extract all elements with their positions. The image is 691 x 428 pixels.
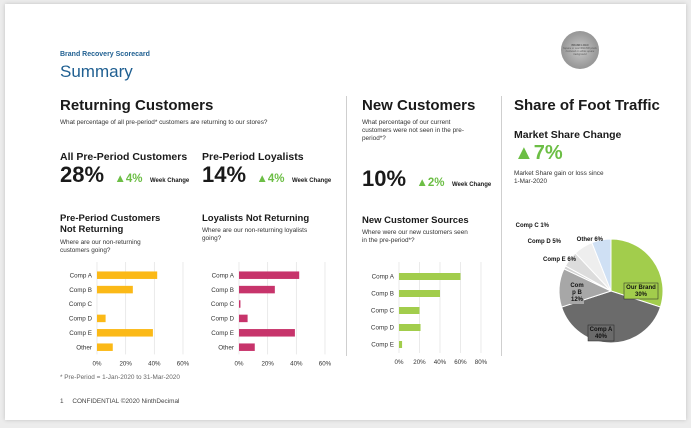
category-label: Comp A	[212, 272, 235, 279]
bar	[239, 271, 300, 279]
bar	[97, 343, 113, 351]
new-customer-sources-bar-chart: 0% 20% 40% 60% 80% Comp A Comp B Comp C Comp D Co…	[371, 262, 488, 366]
pie-label: p B	[572, 290, 582, 296]
loyalists-not-returning-title: Loyalists Not Returning	[202, 213, 310, 224]
not-returning-bar-chart: 0% 20% 40% 60%Comp AComp BComp CComp DComp …	[69, 262, 190, 367]
category-label: Comp D	[371, 325, 395, 332]
x-tick-label: 0%	[235, 360, 244, 367]
loyalists-not-returning-question: Where are our non-returning loyalists go…	[202, 227, 308, 242]
category-label: Comp C	[371, 308, 395, 315]
category-label: Comp E	[69, 330, 92, 337]
category-label: Comp D	[211, 316, 235, 323]
brand-logo-placeholder: BRAND LOGO Square or oval 300x300 pixels C…	[561, 31, 599, 69]
logo-text: BRAND LOGO Square or oval 300x300 pixels C…	[563, 44, 597, 56]
pre-period-footnote: * Pre-Period = 1-Jan-2020 to 31-Mar-2020	[60, 374, 180, 381]
pie-label: Comp D 5%	[528, 239, 562, 245]
bar	[239, 285, 275, 294]
new-customers-value: 10%	[362, 166, 407, 191]
category-label: Comp B	[371, 291, 394, 298]
category-label: Comp A	[70, 272, 93, 279]
x-tick-label: 40%	[148, 360, 161, 367]
x-tick-label: 80%	[475, 359, 488, 366]
page-number: 1	[60, 398, 64, 405]
bar	[239, 314, 248, 323]
pie-label: 40%	[595, 334, 608, 340]
new-customers-title: New Customers	[362, 97, 476, 114]
page-title: Summary	[60, 62, 133, 81]
week-change-label: Week Change	[149, 178, 190, 184]
not-returning-question: Where are our non-returning customers go…	[60, 239, 141, 254]
x-tick-label: 0%	[93, 360, 102, 367]
divider-2	[501, 96, 502, 356]
bar	[399, 324, 421, 331]
x-tick-label: 60%	[319, 360, 332, 367]
loyalists-metric: 14% ▲4% Week Change	[202, 162, 331, 188]
x-tick-label: 60%	[454, 359, 467, 366]
returning-customers-title: Returning Customers	[60, 97, 214, 114]
week-change-label: Week Change	[451, 182, 492, 188]
returning-question: What percentage of all pre-period* custo…	[60, 119, 268, 126]
share-of-foot-traffic-title: Share of Foot Traffic	[514, 97, 660, 114]
bar	[97, 314, 106, 323]
new-customers-delta: ▲2%	[416, 177, 445, 189]
all-pre-period-metric: 28% ▲4% Week Change	[60, 162, 189, 188]
pie-label: 12%	[571, 297, 584, 303]
all-pre-period-delta: ▲4%	[114, 173, 143, 185]
all-pre-period-value: 28%	[60, 162, 105, 187]
new-customers-metric: 10% ▲2% Week Change	[362, 166, 491, 192]
category-label: Comp A	[372, 274, 395, 281]
bar	[97, 329, 153, 337]
new-customer-sources-question: Where were our new customers seen in the…	[362, 229, 468, 244]
category-label: Comp E	[371, 342, 394, 349]
bar	[399, 341, 403, 348]
week-change-label: Week Change	[291, 178, 332, 184]
loyalists-not-returning-bar-chart: 0% 20% 40% 60% Comp A Comp B Comp C Comp D Comp …	[211, 262, 332, 367]
market-share-note: Market Share gain or loss since 1-Mar-20…	[514, 170, 604, 185]
loyalists-delta: ▲4%	[256, 173, 285, 185]
x-tick-label: 40%	[434, 359, 447, 366]
bar	[239, 300, 241, 308]
market-share-change-metric: ▲7%	[514, 142, 563, 165]
category-label: Comp B	[211, 287, 234, 294]
slide: Brand Recovery Scorecard Summary BRAND L…	[5, 4, 686, 420]
bar	[97, 285, 133, 294]
pie-label: Comp C 1%	[516, 223, 550, 229]
report-kicker: Brand Recovery Scorecard	[60, 51, 150, 58]
pie-label: Other 6%	[577, 237, 604, 243]
bar	[239, 329, 295, 337]
not-returning-title: Pre-Period Customers Not Returning	[60, 213, 161, 235]
category-label: Comp D	[69, 316, 93, 323]
pie-label: 30%	[635, 292, 648, 298]
pie-label: Comp E 6%	[543, 257, 577, 263]
category-label: Comp B	[69, 287, 92, 294]
category-label: Comp C	[211, 301, 235, 308]
category-label: Comp E	[211, 330, 234, 337]
market-share-change-value: ▲7%	[514, 142, 563, 164]
bar	[399, 290, 440, 297]
pie-label: Our Brand	[626, 285, 656, 291]
loyalists-value: 14%	[202, 162, 247, 187]
x-tick-label: 20%	[119, 360, 132, 367]
confidential-text: CONFIDENTIAL ©2020 NinthDecimal	[72, 398, 180, 405]
new-customers-question: What percentage of our current customers…	[362, 119, 464, 142]
foot-traffic-pie-chart: Our Brand30% Comp A40% Comp B12% Comp C 1% C…	[516, 223, 664, 344]
market-share-change-label: Market Share Change	[514, 129, 622, 141]
x-tick-label: 0%	[395, 359, 404, 366]
bar	[97, 271, 158, 279]
pie-label: Comp A	[590, 327, 613, 333]
x-tick-label: 20%	[413, 359, 426, 366]
x-tick-label: 40%	[290, 360, 303, 367]
category-label: Other	[76, 344, 92, 351]
x-tick-label: 20%	[261, 360, 274, 367]
new-customer-sources-title: New Customer Sources	[362, 215, 469, 226]
bar	[399, 273, 461, 280]
bar	[239, 343, 255, 351]
category-label: Comp C	[69, 301, 93, 308]
category-label: Other	[218, 344, 234, 351]
footer: 1 CONFIDENTIAL ©2020 NinthDecimal	[60, 398, 179, 406]
pie-label: Com	[570, 283, 583, 289]
bar	[399, 307, 420, 314]
